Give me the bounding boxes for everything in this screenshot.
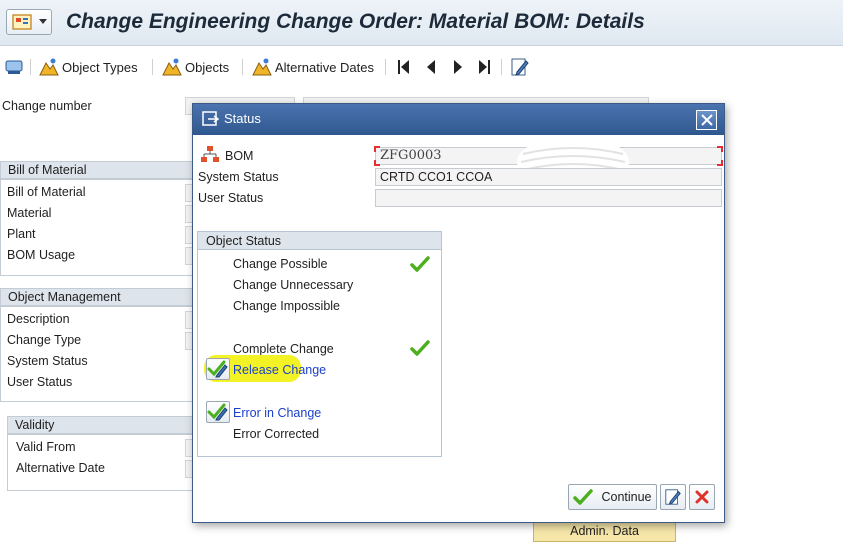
change-number-label: Change number: [2, 99, 92, 113]
error-corrected-item[interactable]: Error Corrected: [233, 427, 319, 441]
toolbar-separator: [385, 59, 386, 75]
release-change-item[interactable]: Release Change: [233, 363, 326, 377]
page-title: Change Engineering Change Order: Materia…: [66, 10, 645, 33]
continue-label: Continue: [601, 490, 652, 504]
first-page-button[interactable]: [396, 55, 414, 79]
alternative-dates-button[interactable]: Alternative Dates: [251, 55, 374, 79]
bom-label: BOM: [225, 149, 254, 163]
title-bar: Change Engineering Change Order: Materia…: [0, 0, 843, 46]
user-status-label: User Status: [198, 191, 264, 205]
description-field-label: Description: [7, 312, 70, 326]
system-status-label: System Status: [198, 170, 279, 184]
change-possible-item[interactable]: Change Possible: [233, 257, 328, 271]
edit-icon: [665, 489, 681, 505]
complete-change-item[interactable]: Complete Change: [233, 342, 334, 356]
bom-hierarchy-icon: [201, 146, 219, 162]
cancel-button[interactable]: [689, 484, 715, 510]
user-status-field-label: User Status: [7, 375, 73, 389]
first-page-icon: [398, 60, 409, 74]
change-type-field-label: Change Type: [7, 333, 82, 347]
next-page-button[interactable]: [450, 55, 468, 79]
alternative-dates-icon: [252, 58, 272, 76]
previous-page-icon: [427, 60, 435, 74]
cancel-icon: [695, 490, 709, 504]
object-types-icon: [39, 58, 59, 76]
dialog-window-icon: [202, 111, 220, 126]
alternative-dates-label: Alternative Dates: [275, 59, 374, 75]
plant-field-label: Plant: [7, 227, 36, 241]
material-field-label: Material: [7, 206, 52, 220]
toolbar-separator: [501, 59, 502, 75]
toolbar-separator: [30, 59, 31, 75]
display-icon: [5, 60, 23, 74]
checkmark-icon: [410, 256, 430, 272]
required-field-marker: [717, 146, 723, 152]
objects-icon: [162, 58, 182, 76]
edit-button[interactable]: [510, 55, 532, 79]
required-field-marker: [374, 160, 380, 166]
dialog-title-bar: Status: [193, 104, 724, 135]
error-in-change-item[interactable]: Error in Change: [233, 406, 321, 420]
valid-from-field-label: Valid From: [16, 440, 76, 454]
object-status-group: Object Status Change Possible Change Unn…: [197, 231, 442, 457]
check-edit-icon: [207, 403, 228, 421]
admin-data-button[interactable]: Admin. Data: [533, 520, 676, 542]
change-impossible-item[interactable]: Change Impossible: [233, 299, 340, 313]
objects-button[interactable]: Objects: [161, 55, 229, 79]
object-management-group-header: Object Management: [0, 288, 195, 306]
last-page-icon: [479, 60, 490, 74]
application-toolbar: Object Types Objects Alternative Dates: [0, 47, 843, 87]
toolbar-separator: [242, 59, 243, 75]
bom-field-label: Bill of Material: [7, 185, 86, 199]
object-types-button[interactable]: Object Types: [38, 55, 138, 79]
change-unnecessary-item[interactable]: Change Unnecessary: [233, 278, 353, 292]
user-status-value-field[interactable]: [375, 189, 722, 207]
sap-menu-icon: [12, 14, 32, 30]
checkmark-icon: [573, 489, 594, 505]
close-icon: [700, 114, 713, 126]
objects-label: Objects: [185, 59, 230, 75]
object-status-header: Object Status: [198, 232, 441, 250]
display-button[interactable]: [4, 55, 26, 79]
chevron-down-icon: [39, 19, 47, 24]
dialog-close-button[interactable]: [696, 110, 717, 130]
edit-status-button[interactable]: [660, 484, 686, 510]
previous-page-button[interactable]: [423, 55, 441, 79]
check-edit-icon: [207, 360, 228, 378]
release-change-execute-button[interactable]: [206, 358, 230, 380]
edit-icon: [511, 58, 529, 76]
required-field-marker: [717, 160, 723, 166]
status-dialog: Status BOM ZFG0003 System Status CRTD CC…: [192, 103, 725, 523]
last-page-button[interactable]: [476, 55, 494, 79]
object-types-label: Object Types: [62, 59, 138, 75]
validity-group-header: Validity: [7, 416, 195, 434]
checkmark-icon: [410, 340, 430, 356]
system-status-value-field[interactable]: CRTD CCO1 CCOA: [375, 168, 722, 186]
error-in-change-execute-button[interactable]: [206, 401, 230, 423]
bom-usage-field-label: BOM Usage: [7, 248, 76, 262]
system-status-field-label: System Status: [7, 354, 88, 368]
continue-button[interactable]: Continue: [568, 484, 657, 510]
required-field-marker: [374, 146, 380, 152]
next-page-icon: [454, 60, 462, 74]
bill-of-material-group-header: Bill of Material: [0, 161, 195, 179]
system-menu-button[interactable]: [6, 9, 52, 35]
toolbar-separator: [152, 59, 153, 75]
dialog-title: Status: [224, 111, 261, 126]
alternative-date-field-label: Alternative Date: [16, 461, 105, 475]
